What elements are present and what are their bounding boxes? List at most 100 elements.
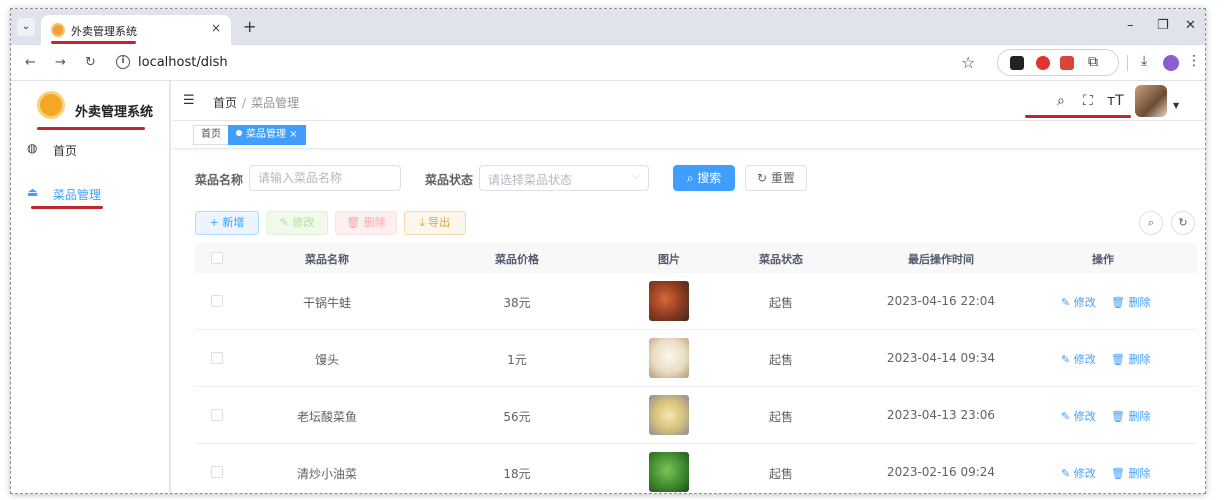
row-delete-link[interactable]: 🗑 删除 <box>1111 408 1150 424</box>
dish-status-label: 菜品状态 <box>425 173 474 187</box>
row-checkbox[interactable] <box>211 409 223 421</box>
reset-button[interactable]: ↻ 重置 <box>745 165 807 191</box>
delete-button[interactable]: 🗑 删除 <box>335 211 397 235</box>
edit-button-label: 修改 <box>292 216 315 229</box>
tab-close-icon[interactable]: × <box>211 21 221 35</box>
navbar: ☰ 首页 / 菜品管理 ⌕ ⛶ тT ▼ <box>173 81 1205 121</box>
extension-fe-icon[interactable] <box>1060 56 1074 70</box>
active-dot-icon <box>236 130 242 136</box>
row-checkbox[interactable] <box>211 466 223 478</box>
tab-search-chevron-icon[interactable]: ⌄ <box>17 18 35 36</box>
add-button[interactable]: + 新增 <box>195 211 259 235</box>
browser-tab[interactable]: 外卖管理系统 × <box>41 15 231 45</box>
sidebar-item-label: 菜品管理 <box>53 188 102 202</box>
row-delete-label: 删除 <box>1128 467 1151 480</box>
refresh-table-icon[interactable]: ↻ <box>1171 211 1195 235</box>
dish-image[interactable] <box>649 395 689 435</box>
dish-status: 起售 <box>768 467 794 481</box>
download-icon: ⤓ <box>419 216 429 229</box>
row-edit-link[interactable]: ✎ 修改 <box>1061 294 1096 310</box>
reload-icon[interactable]: ↻ <box>85 55 96 70</box>
row-delete-link[interactable]: 🗑 删除 <box>1111 465 1150 481</box>
col-header-price: 菜品价格 <box>495 253 539 266</box>
download-icon[interactable]: ⤓ <box>1141 53 1147 69</box>
dish-status: 起售 <box>768 296 794 310</box>
row-edit-link[interactable]: ✎ 修改 <box>1061 408 1096 424</box>
export-button-label: 导出 <box>428 216 451 229</box>
browser-menu-icon[interactable]: ⋮ <box>1187 53 1201 69</box>
search-button[interactable]: ⌕ 搜索 <box>673 165 735 191</box>
dish-time: 2023-04-14 09:34 <box>886 351 996 365</box>
dish-icon: ⏏ <box>27 185 39 199</box>
new-tab-button[interactable]: + <box>243 17 256 36</box>
dish-name: 清炒小油菜 <box>296 467 358 481</box>
font-size-icon[interactable]: тT <box>1107 93 1124 109</box>
favicon-icon <box>51 23 65 37</box>
restore-icon[interactable]: ❐ <box>1157 18 1169 33</box>
row-checkbox[interactable] <box>211 352 223 364</box>
adblock-icon[interactable] <box>1036 56 1050 70</box>
hamburger-icon[interactable]: ☰ <box>183 93 195 108</box>
breadcrumb: 首页 / 菜品管理 <box>213 94 299 111</box>
row-delete-link[interactable]: 🗑 删除 <box>1111 351 1150 367</box>
breadcrumb-home[interactable]: 首页 <box>213 96 237 110</box>
extensions-puzzle-icon[interactable]: ⧉ <box>1088 54 1098 70</box>
back-icon[interactable]: ← <box>25 55 36 70</box>
row-delete-label: 删除 <box>1128 353 1151 366</box>
edit-button[interactable]: ✎ 修改 <box>266 211 328 235</box>
dish-image[interactable] <box>649 281 689 321</box>
reset-button-label: 重置 <box>770 171 795 185</box>
address-bar[interactable]: localhost/dish <box>138 55 228 70</box>
table-row: 清炒小油菜 18元 起售 2023-02-16 09:24 ✎ 修改 🗑 删除 <box>195 444 1197 493</box>
browser-window: ⌄ 外卖管理系统 × + – ❐ ✕ ← → ↻ i localhost/dis… <box>10 8 1206 494</box>
col-header-image: 图片 <box>658 253 680 266</box>
avatar[interactable] <box>1135 85 1167 117</box>
dish-price: 18元 <box>503 467 531 481</box>
extension-1-icon[interactable] <box>1010 56 1024 70</box>
tag-home[interactable]: 首页 <box>193 125 229 145</box>
toggle-search-icon[interactable]: ⌕ <box>1139 211 1163 235</box>
dish-image[interactable] <box>649 452 689 492</box>
dish-name: 馒头 <box>314 353 340 367</box>
export-button[interactable]: ⤓ 导出 <box>404 211 466 235</box>
dish-price: 38元 <box>503 296 531 310</box>
annotation-underline <box>51 41 136 44</box>
dish-status: 起售 <box>768 410 794 424</box>
search-icon: ⌕ <box>686 171 698 185</box>
dish-price: 1元 <box>507 353 527 367</box>
delete-button-label: 删除 <box>363 216 386 229</box>
toolbar-divider <box>1127 55 1128 71</box>
site-info-icon[interactable]: i <box>116 55 130 69</box>
forward-icon[interactable]: → <box>55 55 66 70</box>
bookmark-star-icon[interactable]: ☆ <box>961 53 975 72</box>
dish-image[interactable] <box>649 338 689 378</box>
row-edit-link[interactable]: ✎ 修改 <box>1061 351 1096 367</box>
trash-icon: 🗑 <box>1111 467 1129 480</box>
row-delete-link[interactable]: 🗑 删除 <box>1111 294 1150 310</box>
browser-toolbar: ← → ↻ i localhost/dish ☆ ⧉ ⤓ ⋮ <box>11 45 1205 81</box>
dish-status-placeholder: 请选择菜品状态 <box>488 173 573 187</box>
dish-name: 干锅牛蛙 <box>302 296 352 310</box>
window-close-icon[interactable]: ✕ <box>1185 18 1196 33</box>
tag-label: 菜品管理 × <box>246 129 298 140</box>
fullscreen-icon[interactable]: ⛶ <box>1083 93 1093 109</box>
select-all-checkbox[interactable] <box>211 252 223 264</box>
profile-avatar[interactable] <box>1163 55 1179 71</box>
minimize-icon[interactable]: – <box>1127 18 1134 33</box>
edit-icon: ✎ <box>1061 410 1074 423</box>
sidebar-item-home[interactable]: ◍ 首页 <box>11 135 171 165</box>
app-root: 外卖管理系统 ◍ 首页 ⏏ 菜品管理 ☰ 首页 / 菜品管理 ⌕ ⛶ тT ▼ … <box>11 81 1205 493</box>
chevron-down-icon[interactable]: ▼ <box>1173 101 1179 110</box>
refresh-icon: ↻ <box>757 171 771 185</box>
table-row: 老坛酸菜鱼 56元 起售 2023-04-13 23:06 ✎ 修改 🗑 删除 <box>195 387 1197 444</box>
tag-dish[interactable]: 菜品管理 × <box>228 125 306 145</box>
dish-status-select[interactable]: 请选择菜品状态 ⌵ <box>479 165 649 191</box>
tags-view: 首页 菜品管理 × <box>173 121 1205 149</box>
search-icon[interactable]: ⌕ <box>1057 93 1065 109</box>
dish-name-input[interactable] <box>249 165 401 191</box>
annotation-underline <box>31 206 103 209</box>
trash-icon: 🗑 <box>1111 353 1129 366</box>
row-checkbox[interactable] <box>211 295 223 307</box>
sidebar-item-dish[interactable]: ⏏ 菜品管理 <box>11 179 171 209</box>
row-edit-link[interactable]: ✎ 修改 <box>1061 465 1096 481</box>
